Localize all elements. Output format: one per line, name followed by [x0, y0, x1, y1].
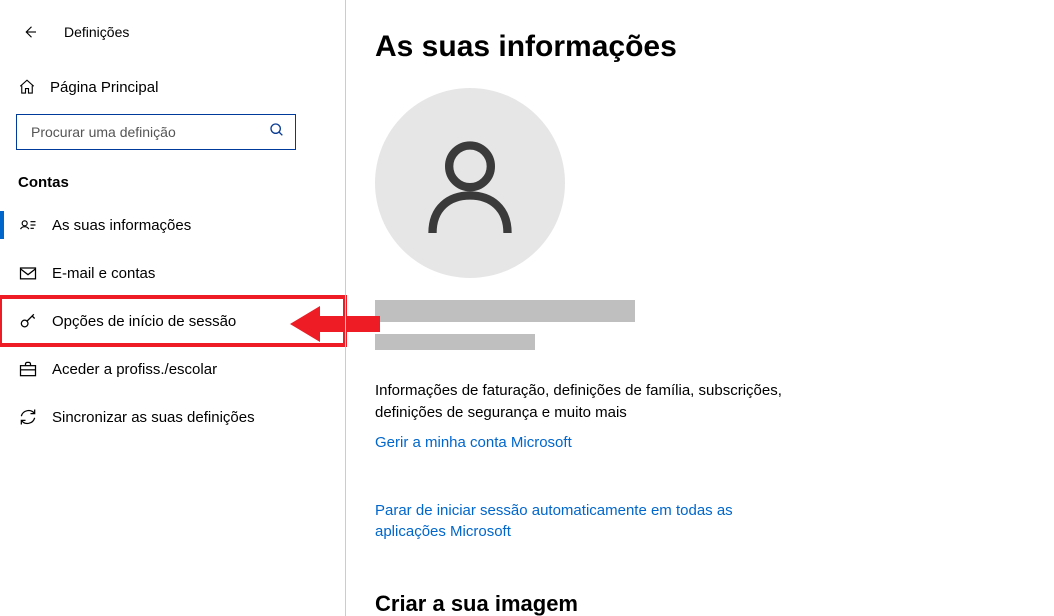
person-card-icon — [18, 215, 38, 235]
key-icon — [18, 311, 38, 331]
sidebar: Definições Página Principal Contas As — [0, 0, 345, 616]
briefcase-icon — [18, 359, 38, 379]
sidebar-item-sync-settings[interactable]: Sincronizar as suas definições — [0, 393, 345, 441]
sidebar-nav: As suas informações E-mail e contas Opçõ… — [0, 201, 345, 441]
sidebar-section-title: Contas — [0, 174, 345, 191]
home-icon — [18, 78, 36, 96]
home-label: Página Principal — [50, 79, 158, 96]
sidebar-item-label: E-mail e contas — [52, 265, 155, 282]
search-input[interactable] — [29, 123, 259, 141]
search-box[interactable] — [16, 114, 296, 150]
page-title: As suas informações — [375, 30, 1024, 64]
sidebar-item-email-accounts[interactable]: E-mail e contas — [0, 249, 345, 297]
account-name-block — [375, 300, 1024, 350]
back-button[interactable] — [18, 20, 42, 44]
create-image-heading: Criar a sua imagem — [375, 591, 1024, 616]
main-content: As suas informações Informações de fatur… — [345, 0, 1054, 616]
billing-info-text: Informações de faturação, definições de … — [375, 380, 825, 424]
sync-icon — [18, 407, 38, 427]
vertical-divider — [345, 0, 346, 616]
mail-icon — [18, 263, 38, 283]
manage-account-link[interactable]: Gerir a minha conta Microsoft — [375, 434, 572, 451]
person-icon — [420, 133, 520, 233]
search-icon — [269, 122, 285, 143]
avatar — [375, 88, 565, 278]
sidebar-item-signin-options[interactable]: Opções de início de sessão — [0, 297, 345, 345]
home-button[interactable]: Página Principal — [0, 66, 345, 108]
sidebar-item-label: As suas informações — [52, 217, 191, 234]
stop-auto-signin-link[interactable]: Parar de iniciar sessão automaticamente … — [375, 500, 795, 544]
redacted-subtitle — [375, 334, 535, 350]
sidebar-item-label: Aceder a profiss./escolar — [52, 361, 217, 378]
sidebar-item-your-info[interactable]: As suas informações — [0, 201, 345, 249]
sidebar-item-work-school[interactable]: Aceder a profiss./escolar — [0, 345, 345, 393]
redacted-name — [375, 300, 635, 322]
arrow-left-icon — [21, 23, 39, 41]
sidebar-item-label: Opções de início de sessão — [52, 313, 236, 330]
settings-title: Definições — [64, 24, 129, 40]
sidebar-item-label: Sincronizar as suas definições — [52, 409, 255, 426]
